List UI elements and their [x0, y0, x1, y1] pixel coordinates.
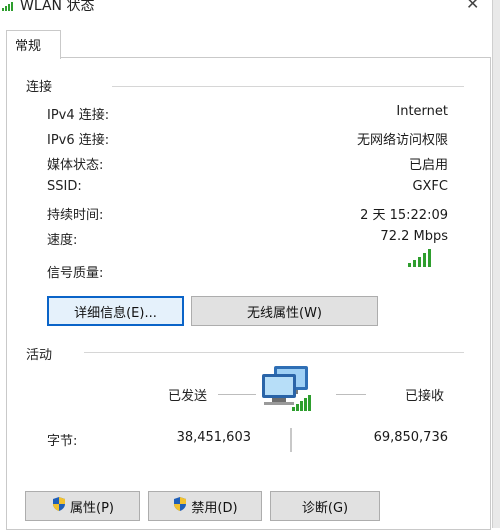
connection-heading: 连接: [26, 80, 53, 95]
close-icon[interactable]: ✕: [466, 0, 479, 13]
speed-label: 速度:: [47, 233, 78, 248]
sent-label: 已发送: [168, 389, 208, 404]
ipv4-label: IPv4 连接:: [47, 108, 110, 123]
ssid-value: GXFC: [412, 179, 448, 194]
bytes-sent-value: 38,451,603: [176, 430, 251, 445]
window-edge: [492, 0, 500, 528]
details-button-label: 详细信息(E)...: [74, 305, 157, 321]
wireless-properties-button[interactable]: 无线属性(W): [191, 296, 378, 326]
diagnose-button[interactable]: 诊断(G): [270, 491, 380, 521]
connection-separator: [112, 86, 464, 87]
ssid-label: SSID:: [47, 179, 82, 194]
disable-button[interactable]: 禁用(D): [148, 491, 262, 521]
shield-icon: [51, 496, 70, 516]
properties-button[interactable]: 属性(P): [25, 491, 140, 521]
shield-icon: [172, 496, 191, 516]
sent-line: [218, 394, 256, 395]
disable-label: 禁用(D): [191, 500, 238, 516]
wireless-properties-label: 无线属性(W): [247, 305, 322, 321]
tab-general-label: 常规: [15, 39, 42, 54]
wlan-icon: [2, 0, 16, 15]
ipv6-value: 无网络访问权限: [356, 133, 448, 148]
duration-label: 持续时间:: [47, 208, 104, 223]
signal-bars-icon: [408, 249, 432, 271]
diagnose-label: 诊断(G): [301, 500, 349, 516]
speed-value: 72.2 Mbps: [380, 229, 448, 244]
bytes-label: 字节:: [47, 434, 78, 449]
received-line: [336, 394, 366, 395]
activity-separator: [84, 352, 464, 353]
bytes-received-value: 69,850,736: [373, 430, 448, 445]
network-computers-icon: [258, 364, 318, 420]
tab-general[interactable]: 常规: [6, 30, 61, 59]
details-button[interactable]: 详细信息(E)...: [47, 296, 184, 326]
bytes-divider: [290, 428, 292, 452]
tab-panel: [6, 57, 491, 530]
ipv6-label: IPv6 连接:: [47, 133, 110, 148]
title-bar: WLAN 状态 ✕: [0, 0, 500, 24]
received-label: 已接收: [405, 389, 445, 404]
activity-heading: 活动: [26, 348, 53, 363]
media-state-label: 媒体状态:: [47, 158, 104, 173]
media-state-value: 已启用: [408, 158, 448, 173]
properties-label: 属性(P): [70, 500, 114, 516]
window-title: WLAN 状态: [20, 0, 95, 14]
ipv4-value: Internet: [396, 104, 448, 119]
duration-value: 2 天 15:22:09: [360, 208, 448, 223]
signal-quality-label: 信号质量:: [47, 266, 104, 281]
